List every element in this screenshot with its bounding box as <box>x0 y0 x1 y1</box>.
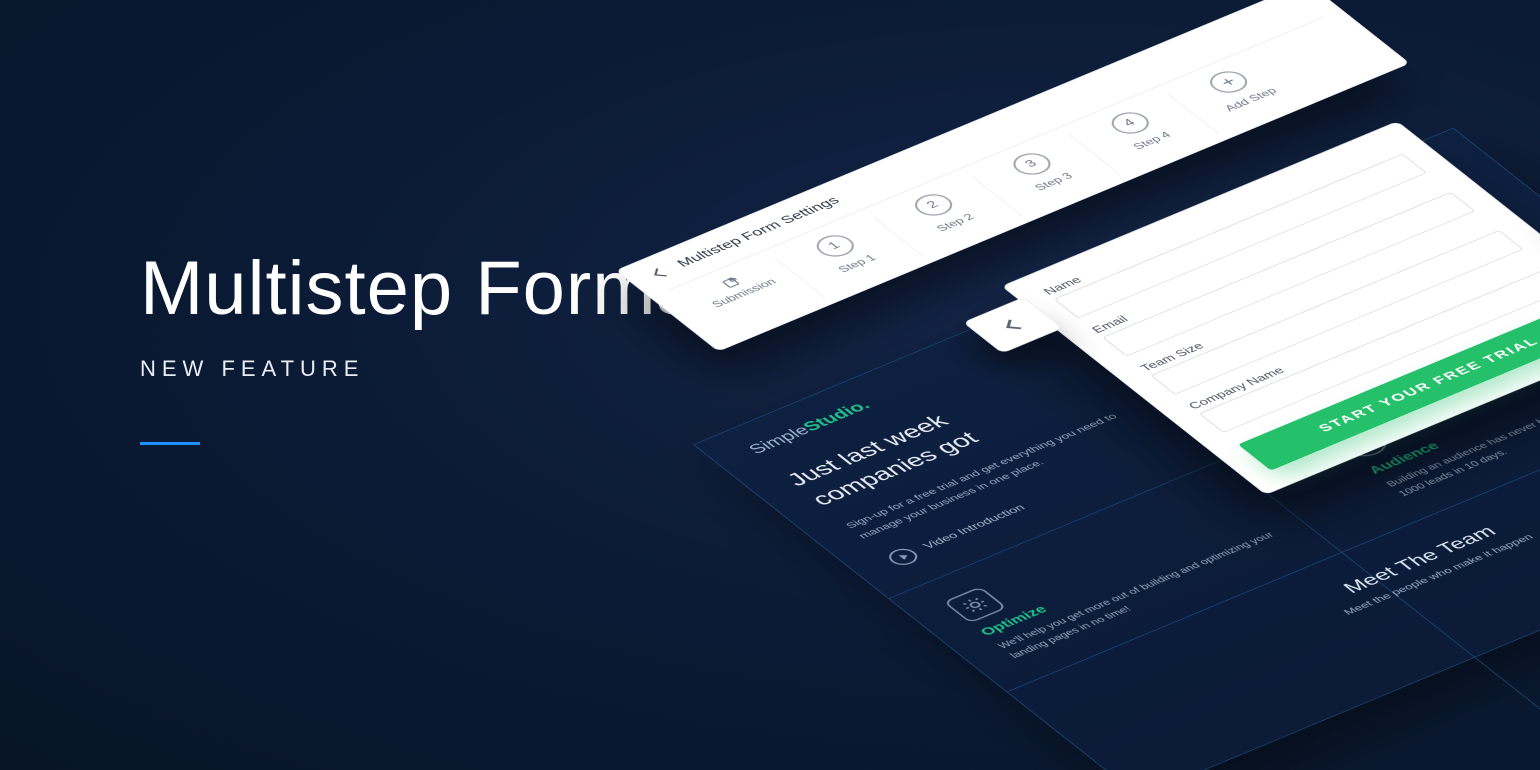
step-3-badge: 3 <box>1006 149 1058 179</box>
plus-icon: + <box>1203 67 1255 97</box>
brand-text-b: Studio. <box>799 397 874 434</box>
back-icon[interactable] <box>654 268 668 276</box>
brand-text-a: Simple <box>744 422 813 456</box>
feature-1-name: Optimize <box>977 507 1281 638</box>
play-icon <box>883 546 922 568</box>
tab-step-1-label: Step 1 <box>803 239 910 287</box>
feature-1-desc: We'll help you get more out of building … <box>994 521 1310 662</box>
gear-icon <box>943 586 1007 623</box>
chevron-left-icon <box>1006 320 1023 330</box>
step-4-badge: 4 <box>1104 108 1156 138</box>
step-2-badge: 2 <box>907 190 959 220</box>
step-1-badge: 1 <box>809 231 861 261</box>
tab-add-step-label: Add Step <box>1196 75 1304 124</box>
accent-underline <box>140 442 200 445</box>
